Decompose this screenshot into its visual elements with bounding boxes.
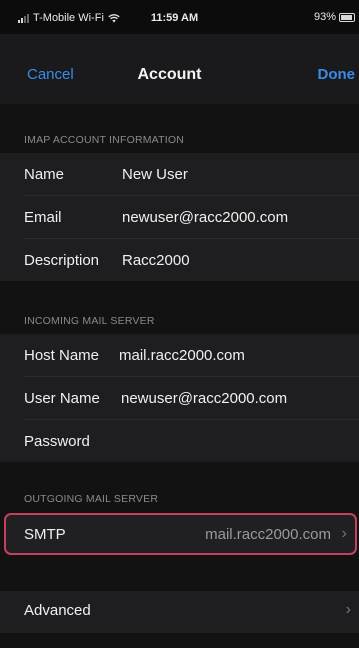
host-name-label: Host Name	[24, 346, 100, 364]
imap-section-header: IMAP ACCOUNT INFORMATION	[24, 134, 184, 146]
done-button[interactable]: Done	[318, 66, 356, 83]
user-name-row[interactable]: User Name newuser@racc2000.com	[0, 377, 359, 419]
chevron-right-icon: ›	[341, 525, 347, 542]
description-label: Description	[24, 251, 100, 269]
smtp-server-value: mail.racc2000.com	[205, 526, 331, 543]
battery-icon	[339, 12, 355, 22]
user-name-field[interactable]: newuser@racc2000.com	[121, 390, 287, 407]
smtp-row[interactable]: SMTP mail.racc2000.com ›	[4, 513, 357, 555]
advanced-row[interactable]: Advanced ›	[0, 591, 359, 633]
description-field[interactable]: Racc2000	[122, 252, 190, 269]
email-row[interactable]: Email newuser@racc2000.com	[0, 196, 359, 238]
status-time: 11:59 AM	[150, 12, 199, 24]
chevron-right-icon: ›	[345, 601, 351, 618]
account-settings-screen: T-Mobile Wi-Fi 11:59 AM 93% Cancel Accou…	[0, 0, 359, 648]
status-bar: T-Mobile Wi-Fi 11:59 AM 93%	[0, 0, 359, 34]
email-field[interactable]: newuser@racc2000.com	[122, 209, 288, 226]
password-row[interactable]: Password	[0, 420, 359, 462]
host-name-row[interactable]: Host Name mail.racc2000.com	[0, 334, 359, 376]
incoming-section-header: INCOMING MAIL SERVER	[24, 315, 155, 327]
battery-percent: 93%	[313, 11, 336, 23]
name-row[interactable]: Name New User	[0, 153, 359, 195]
battery-indicator: 93%	[314, 11, 355, 23]
description-row[interactable]: Description Racc2000	[0, 239, 359, 281]
navigation-bar: Cancel Account Done	[0, 34, 359, 104]
name-field[interactable]: New User	[122, 166, 188, 183]
smtp-label: SMTP	[24, 526, 66, 543]
page-title: Account	[137, 66, 202, 83]
name-label: Name	[24, 165, 65, 183]
password-label: Password	[24, 432, 90, 450]
user-name-label: User Name	[24, 389, 100, 407]
host-name-field[interactable]: mail.racc2000.com	[119, 347, 245, 364]
advanced-label: Advanced	[24, 602, 91, 619]
outgoing-section-header: OUTGOING MAIL SERVER	[24, 493, 159, 505]
email-label: Email	[24, 208, 62, 226]
imap-account-group: Name New User Email newuser@racc2000.com…	[0, 153, 359, 281]
incoming-server-group: Host Name mail.racc2000.com User Name ne…	[0, 334, 359, 462]
